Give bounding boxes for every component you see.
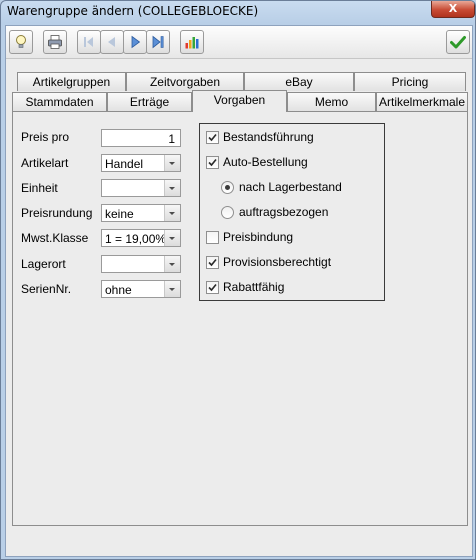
options-group: Bestandsführung Auto-Bestellung nach Lag… bbox=[199, 123, 385, 301]
printer-icon bbox=[48, 35, 62, 49]
tab-ebay[interactable]: eBay bbox=[244, 72, 354, 91]
tab-artikelgruppen[interactable]: Artikelgruppen bbox=[17, 72, 126, 91]
print-button[interactable] bbox=[43, 30, 67, 54]
chevron-down-icon[interactable] bbox=[164, 180, 180, 196]
toolbar bbox=[6, 26, 472, 59]
title-bar[interactable]: Warengruppe ändern (COLLEGEBLOECKE) X bbox=[1, 1, 475, 23]
tab-pricing[interactable]: Pricing bbox=[354, 72, 466, 91]
vorgaben-panel: Preis pro 1 Artikelart Handel Einheit Pr… bbox=[12, 111, 468, 526]
provisionsberechtigt-label: Provisionsberechtigt bbox=[223, 255, 332, 269]
preisrundung-value: keine bbox=[105, 207, 134, 221]
tab-zeitvorgaben[interactable]: Zeitvorgaben bbox=[126, 72, 244, 91]
first-record-button[interactable] bbox=[77, 30, 101, 54]
rabattfaehig-checkbox[interactable] bbox=[206, 281, 219, 294]
artikelart-label: Artikelart bbox=[21, 156, 69, 170]
einheit-label: Einheit bbox=[21, 181, 58, 195]
preisrundung-select[interactable]: keine bbox=[101, 204, 181, 222]
auto-bestellung-label: Auto-Bestellung bbox=[223, 155, 308, 169]
chevron-down-icon[interactable] bbox=[164, 281, 180, 297]
previous-record-button[interactable] bbox=[100, 30, 124, 54]
auftragsbezogen-radio[interactable] bbox=[221, 206, 234, 219]
lightbulb-icon bbox=[16, 35, 26, 48]
auto-bestellung-checkbox[interactable] bbox=[206, 156, 219, 169]
first-record-icon bbox=[84, 37, 93, 47]
ok-button[interactable] bbox=[446, 30, 470, 54]
dialog-window: Warengruppe ändern (COLLEGEBLOECKE) X Ar… bbox=[0, 0, 476, 560]
lagerort-select[interactable] bbox=[101, 255, 181, 273]
chevron-down-icon[interactable] bbox=[164, 230, 180, 246]
checkmark-icon bbox=[208, 258, 217, 267]
nach-lagerbestand-label: nach Lagerbestand bbox=[239, 180, 342, 194]
seriennr-value: ohne bbox=[105, 283, 132, 297]
chevron-down-icon[interactable] bbox=[164, 256, 180, 272]
preisrundung-label: Preisrundung bbox=[21, 206, 93, 220]
checkmark-icon bbox=[450, 36, 466, 49]
preis-pro-label: Preis pro bbox=[21, 130, 70, 144]
provisionsberechtigt-checkbox[interactable] bbox=[206, 256, 219, 269]
seriennr-select[interactable]: ohne bbox=[101, 280, 181, 298]
bestandsfuehrung-label: Bestandsführung bbox=[223, 130, 314, 144]
mwst-klasse-label: Mwst.Klasse bbox=[21, 231, 89, 245]
auftragsbezogen-label: auftragsbezogen bbox=[239, 205, 329, 219]
dialog-content: Artikelgruppen Zeitvorgaben eBay Pricing… bbox=[5, 25, 473, 557]
preisbindung-checkbox[interactable] bbox=[206, 231, 219, 244]
bar-chart-icon bbox=[185, 37, 199, 49]
artikelart-value: Handel bbox=[105, 157, 144, 171]
tab-artikelmerkmale[interactable]: Artikelmerkmale bbox=[376, 92, 468, 112]
chevron-down-icon[interactable] bbox=[164, 155, 180, 171]
next-record-button[interactable] bbox=[123, 30, 147, 54]
tab-vorgaben[interactable]: Vorgaben bbox=[192, 90, 287, 112]
next-record-icon bbox=[131, 35, 141, 49]
mwst-klasse-select[interactable]: 1 = 19,00% bbox=[101, 229, 181, 247]
tab-memo[interactable]: Memo bbox=[287, 92, 376, 112]
window-title: Warengruppe ändern (COLLEGEBLOECKE) bbox=[7, 4, 259, 18]
preisbindung-label: Preisbindung bbox=[223, 230, 294, 244]
nach-lagerbestand-radio[interactable] bbox=[221, 181, 234, 194]
bestandsfuehrung-checkbox[interactable] bbox=[206, 131, 219, 144]
tab-ertraege[interactable]: Erträge bbox=[107, 92, 192, 112]
seriennr-label: SerienNr. bbox=[21, 282, 72, 296]
preis-pro-input[interactable]: 1 bbox=[101, 129, 181, 147]
tip-button[interactable] bbox=[9, 30, 33, 54]
mwst-klasse-value: 1 = 19,00% bbox=[105, 232, 167, 246]
checkmark-icon bbox=[208, 283, 217, 292]
statistics-button[interactable] bbox=[180, 30, 204, 54]
close-button[interactable]: X bbox=[431, 1, 475, 18]
tab-stammdaten[interactable]: Stammdaten bbox=[12, 92, 107, 112]
checkmark-icon bbox=[208, 133, 217, 142]
artikelart-select[interactable]: Handel bbox=[101, 154, 181, 172]
einheit-select[interactable] bbox=[101, 179, 181, 197]
checkmark-icon bbox=[208, 158, 217, 167]
preis-pro-value: 1 bbox=[168, 132, 175, 146]
chevron-down-icon[interactable] bbox=[164, 205, 180, 221]
rabattfaehig-label: Rabattfähig bbox=[223, 280, 285, 294]
lagerort-label: Lagerort bbox=[21, 257, 66, 271]
last-record-button[interactable] bbox=[146, 30, 170, 54]
last-record-icon bbox=[152, 35, 164, 49]
previous-record-icon bbox=[108, 37, 115, 47]
